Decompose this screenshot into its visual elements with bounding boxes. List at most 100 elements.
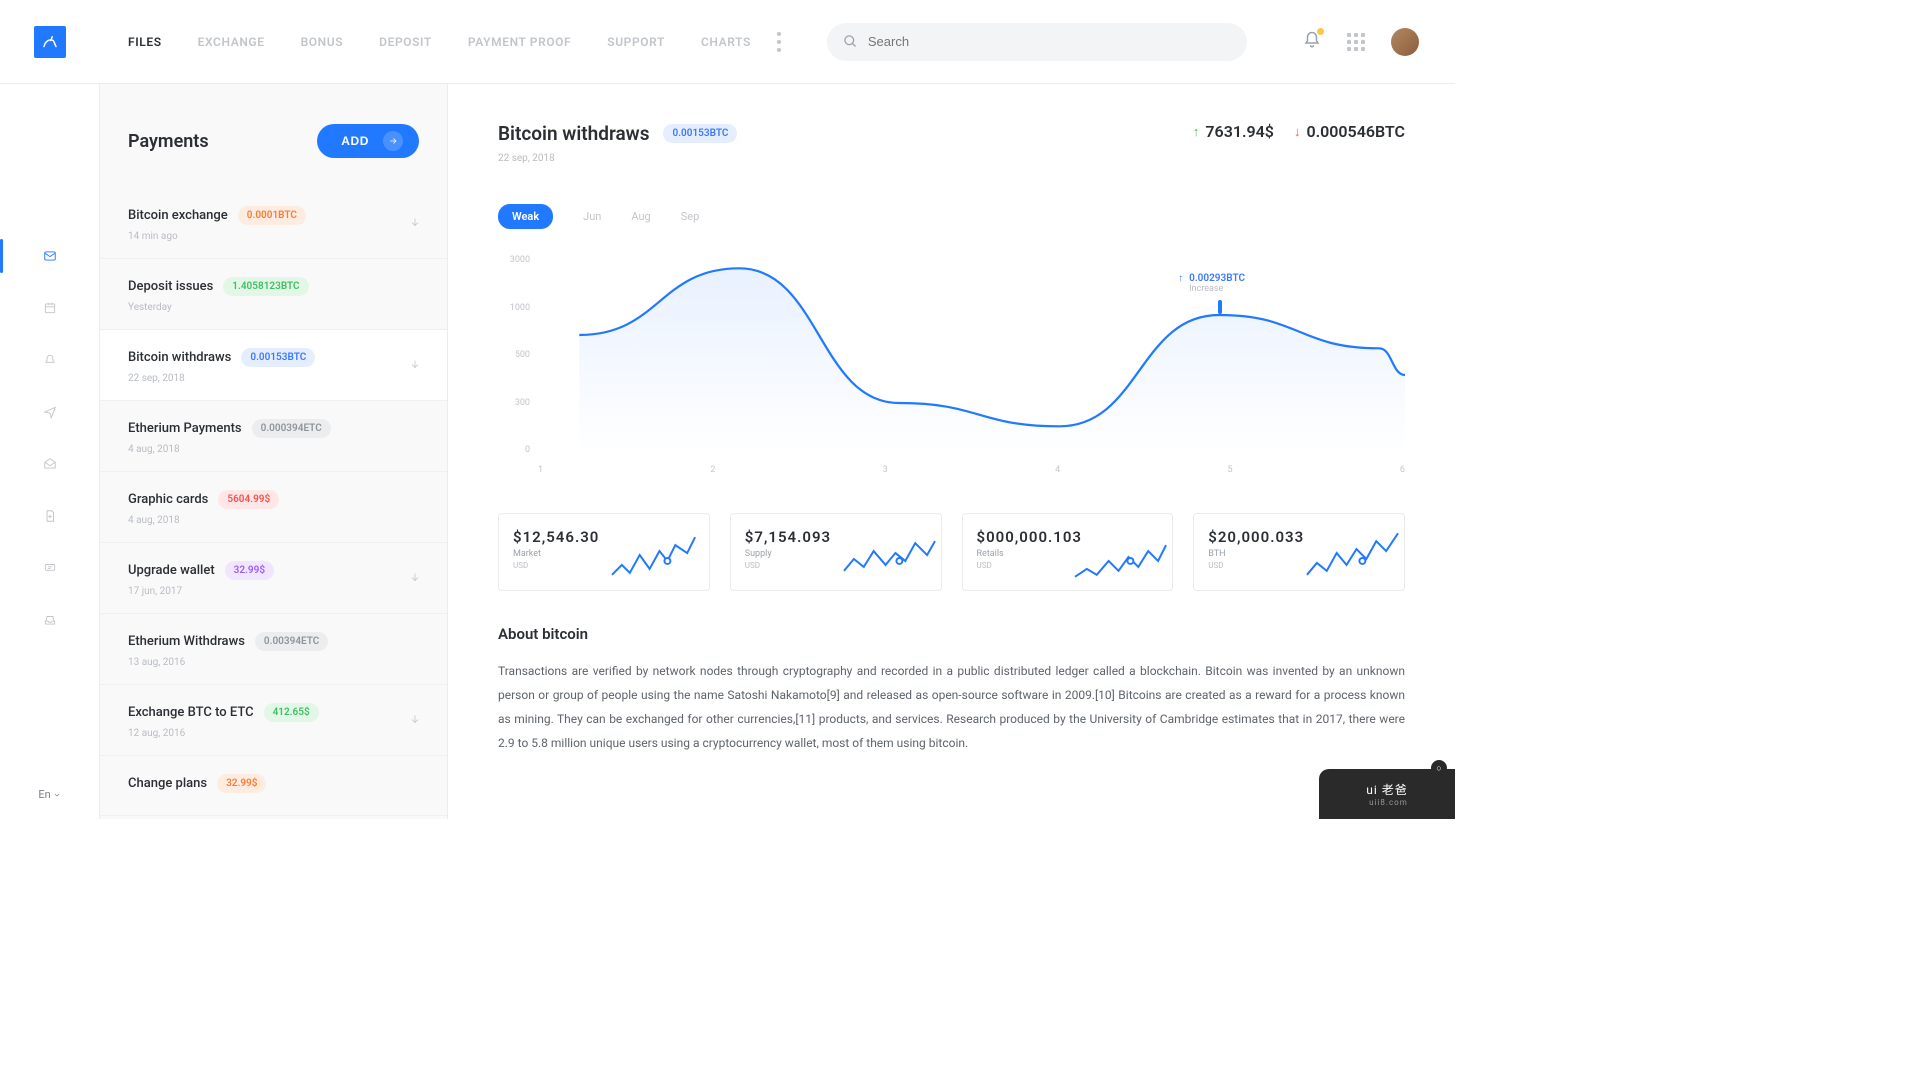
range-tab-jun[interactable]: Jun [583, 210, 601, 223]
rail-send[interactable] [0, 400, 99, 424]
stat-up: ↑7631.94$ [1193, 122, 1274, 141]
range-tab-weak[interactable]: Weak [498, 204, 553, 229]
payment-item[interactable]: Bitcoin withdraws 0.00153BTC 22 sep, 2018 [100, 330, 447, 401]
payment-badge: 0.000394ETC [252, 419, 331, 438]
stat-card[interactable]: $12,546.30MarketUSD [498, 513, 710, 591]
nav-charts[interactable]: CHARTS [701, 35, 751, 49]
nav-exchange[interactable]: EXCHANGE [198, 35, 265, 49]
payment-date: Yesterday [128, 302, 419, 313]
sparkline [1073, 531, 1168, 587]
payment-item[interactable]: Graphic cards5604.99$4 aug, 2018 [100, 472, 447, 543]
payment-item[interactable]: Etherium Payments0.000394ETC4 aug, 2018 [100, 401, 447, 472]
main-chart: 300010005003000 ↑ 0.00293BTC Increase [498, 255, 1405, 459]
nav-files[interactable]: FILES [128, 35, 162, 49]
payment-date: 4 aug, 2018 [128, 515, 419, 526]
language-switch[interactable]: En [38, 788, 60, 801]
arrow-down-icon: ↓ [1294, 124, 1301, 140]
detail-panel: Bitcoin withdraws 0.00153BTC 22 sep, 201… [448, 84, 1455, 819]
chart-marker: ↑ 0.00293BTC Increase [1178, 273, 1245, 294]
rail-calendar[interactable] [0, 296, 99, 320]
notifications-button[interactable] [1303, 31, 1321, 53]
rail-inbox[interactable] [0, 244, 99, 268]
payments-header: Payments ADD [100, 84, 447, 188]
rail-archive[interactable] [0, 608, 99, 632]
notification-dot [1317, 28, 1324, 35]
logo-wrap [0, 26, 100, 58]
add-payment-button[interactable]: ADD [317, 124, 419, 158]
payment-item[interactable]: Bitcoin exchange0.0001BTC14 min ago [100, 188, 447, 259]
payment-name: Etherium Withdraws [128, 634, 245, 649]
nav-payment-proof[interactable]: PAYMENT PROOF [468, 35, 571, 49]
payment-badge: 0.0001BTC [238, 206, 306, 225]
rail-alerts[interactable] [0, 348, 99, 372]
stat-cards: $12,546.30MarketUSD $7,154.093SupplyUSD $0… [498, 513, 1405, 591]
payment-name: Upgrade wallet [128, 563, 215, 578]
apps-grid-icon[interactable] [1347, 33, 1365, 51]
y-axis: 300010005003000 [498, 255, 538, 455]
search-box[interactable] [827, 23, 1247, 61]
payment-item[interactable]: Deposit issues1.4058123BTCYesterday [100, 259, 447, 330]
chat-icon [42, 561, 58, 575]
rail-mail-open[interactable] [0, 452, 99, 476]
arrow-right-icon [388, 136, 398, 146]
rail-document[interactable] [0, 504, 99, 528]
nav-more-icon[interactable] [771, 32, 787, 52]
line-chart-svg [538, 255, 1405, 455]
payment-badge: 32.99$ [217, 774, 266, 793]
payment-badge: 0.00394ETC [255, 632, 328, 651]
send-icon [42, 405, 58, 419]
payment-date: 22 sep, 2018 [128, 373, 419, 384]
bell-outline-icon [42, 353, 58, 367]
chevron-down-icon [53, 791, 61, 799]
kangaroo-icon [41, 33, 59, 51]
nav-deposit[interactable]: DEPOSIT [379, 35, 432, 49]
payment-badge: 0.00153BTC [241, 348, 315, 367]
nav-bonus[interactable]: BONUS [301, 35, 344, 49]
payments-panel: Payments ADD Bitcoin exchange0.0001BTC14… [100, 84, 448, 819]
tray-icon [42, 613, 58, 627]
rail-chat[interactable] [0, 556, 99, 580]
watermark-dot-icon: ○ [1431, 760, 1447, 776]
payment-item[interactable]: Etherium Withdraws0.00394ETC13 aug, 2016 [100, 614, 447, 685]
about-section: About bitcoin Transactions are verified … [498, 625, 1405, 755]
download-arrow-icon [409, 356, 421, 375]
header-actions [1303, 28, 1455, 56]
nav-support[interactable]: SUPPORT [607, 35, 665, 49]
stat-card[interactable]: $7,154.093SupplyUSD [730, 513, 942, 591]
about-body: Transactions are verified by network nod… [498, 659, 1405, 755]
brand-logo[interactable] [34, 26, 66, 58]
payment-name: Etherium Payments [128, 421, 242, 436]
about-title: About bitcoin [498, 625, 1405, 643]
app-header: FILES EXCHANGE BONUS DEPOSIT PAYMENT PROOF SU… [0, 0, 1455, 84]
chart-marker-bar [1218, 300, 1222, 314]
payment-name: Exchange BTC to ETC [128, 705, 254, 720]
payment-item[interactable]: Upgrade wallet32.99$17 jun, 2017 [100, 543, 447, 614]
detail-badge: 0.00153BTC [663, 124, 737, 143]
main-shell: En Payments ADD Bitcoin exchange0.0001BT… [0, 84, 1455, 819]
arrow-up-icon: ↑ [1193, 124, 1200, 140]
detail-title: Bitcoin withdraws [498, 122, 649, 145]
payment-name: Change plans [128, 776, 207, 791]
payment-item[interactable]: Change plans 32.99$ [100, 756, 447, 816]
search-icon [843, 34, 858, 49]
mail-open-icon [42, 457, 58, 471]
document-plus-icon [42, 509, 58, 523]
stat-card[interactable]: $20,000.033BTHUSD [1193, 513, 1405, 591]
payment-name: Bitcoin withdraws [128, 350, 231, 365]
payment-badge: 1.4058123BTC [223, 277, 308, 296]
mail-icon [42, 249, 58, 263]
sparkline [842, 531, 937, 587]
download-arrow-icon [409, 569, 421, 588]
stat-card[interactable]: $000,000.103RetailsUSD [962, 513, 1174, 591]
payment-item[interactable]: Exchange BTC to ETC412.65$12 aug, 2016 [100, 685, 447, 756]
payment-name: Graphic cards [128, 492, 208, 507]
range-tab-sep[interactable]: Sep [681, 210, 700, 223]
avatar[interactable] [1391, 28, 1419, 56]
arrow-circle [383, 131, 403, 151]
search-input[interactable] [868, 34, 1231, 49]
payment-date: 12 aug, 2016 [128, 728, 419, 739]
x-axis: 123456 [498, 459, 1405, 475]
payments-list: Bitcoin exchange0.0001BTC14 min agoDepos… [100, 188, 447, 819]
detail-header: Bitcoin withdraws 0.00153BTC 22 sep, 201… [498, 122, 1405, 164]
range-tab-aug[interactable]: Aug [631, 210, 650, 223]
